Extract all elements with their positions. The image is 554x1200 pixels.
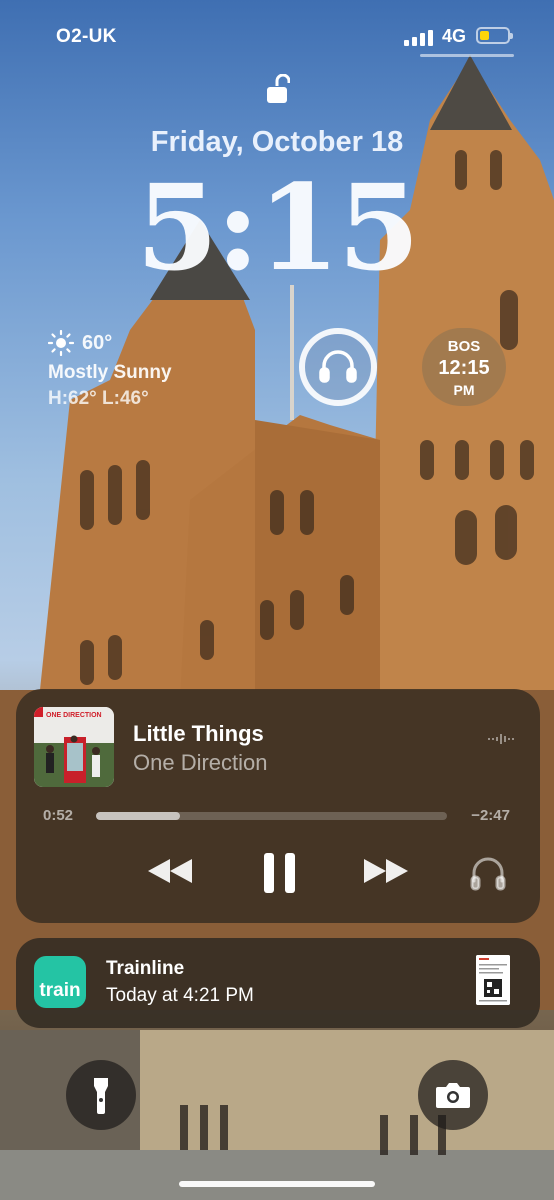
- carrier-label: O2-UK: [56, 26, 117, 47]
- signal-icon: [404, 30, 433, 46]
- flashlight-icon: [94, 1078, 108, 1114]
- notification-subtitle: Today at 4:21 PM: [106, 985, 254, 1006]
- notification-trainline[interactable]: train Trainline Today at 4:21 PM: [16, 938, 540, 1028]
- elapsed-time: 0:52: [43, 807, 74, 824]
- weather-condition: Mostly Sunny: [48, 362, 172, 383]
- trainline-app-icon: train: [34, 956, 86, 1008]
- weather-temp: 60°: [82, 331, 113, 354]
- ticket-thumbnail: [476, 955, 510, 1005]
- headphones-output-icon: [470, 857, 506, 891]
- camera-icon: [436, 1083, 470, 1108]
- headphones-widget[interactable]: [297, 326, 379, 408]
- network-type: 4G: [442, 26, 467, 46]
- lock-date[interactable]: Friday, October 18: [0, 126, 554, 159]
- world-clock-ampm: PM: [453, 382, 475, 398]
- flashlight-button[interactable]: [66, 1060, 136, 1130]
- app-icon-text: train: [39, 980, 81, 1001]
- lock-time[interactable]: 5:15: [0, 168, 554, 288]
- progress-bar[interactable]: [96, 812, 447, 820]
- audio-wave-icon: [488, 734, 514, 744]
- home-indicator[interactable]: [179, 1181, 375, 1187]
- status-bar: O2-UK 4G: [0, 24, 554, 54]
- fast-forward-button[interactable]: [360, 851, 410, 891]
- world-clock-time: 12:15: [438, 357, 490, 379]
- pause-icon: [264, 853, 295, 893]
- lock-open-icon: [267, 74, 290, 103]
- camera-button[interactable]: [418, 1060, 488, 1130]
- airplay-output-button[interactable]: [468, 853, 508, 893]
- rewind-icon: [148, 859, 192, 883]
- pause-button[interactable]: [260, 851, 300, 895]
- sun-icon: [48, 330, 74, 356]
- now-playing-card[interactable]: ONE DIRECTION Little Things One Directio…: [16, 689, 540, 923]
- album-art[interactable]: ONE DIRECTION: [34, 707, 114, 787]
- album-art-text: ONE DIRECTION: [46, 712, 102, 719]
- progress-fill: [96, 812, 181, 820]
- notification-title: Trainline: [106, 958, 185, 979]
- song-title: Little Things: [133, 721, 264, 746]
- world-clock-city: BOS: [447, 338, 481, 355]
- status-bar-indicator: [420, 54, 514, 57]
- remaining-time: −2:47: [471, 807, 510, 824]
- battery-icon: [476, 27, 513, 44]
- weather-widget[interactable]: 60° Mostly Sunny H:62° L:46°: [48, 330, 172, 410]
- song-artist: One Direction: [133, 750, 268, 775]
- fast-forward-icon: [364, 859, 408, 883]
- world-clock-widget[interactable]: BOS 12:15 PM: [422, 328, 506, 406]
- weather-high-low: H:62° L:46°: [48, 388, 149, 409]
- rewind-button[interactable]: [146, 851, 196, 891]
